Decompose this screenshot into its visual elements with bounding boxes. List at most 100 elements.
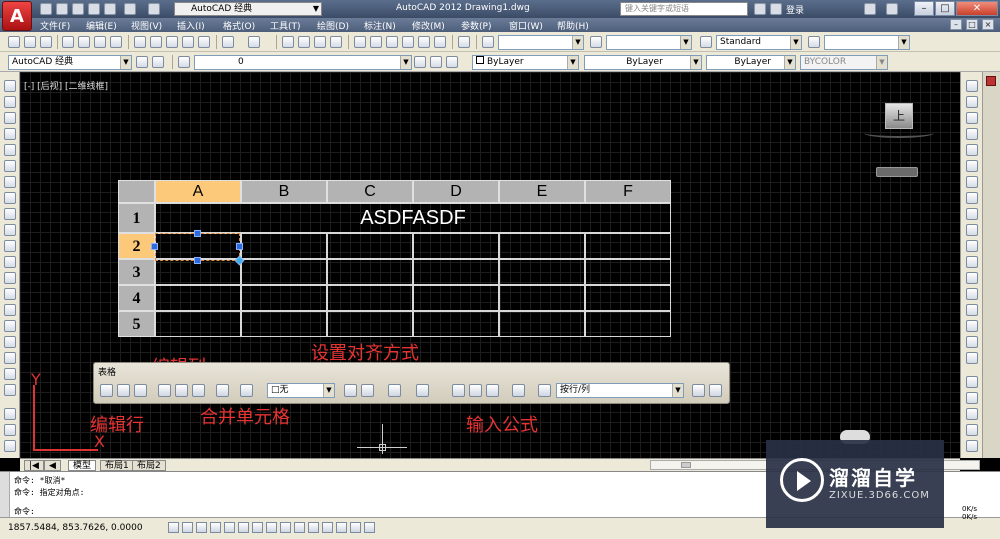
mdi-minimize-button[interactable]: – xyxy=(950,19,962,30)
match-prop-icon[interactable] xyxy=(182,36,194,48)
table-cell[interactable] xyxy=(499,285,585,311)
search-input[interactable]: 键入关键字或短语 xyxy=(620,2,748,16)
login-link[interactable]: 登录 xyxy=(786,3,804,16)
copy-object-icon[interactable] xyxy=(966,96,978,108)
workspace-dropdown-2[interactable]: AutoCAD 经典 ▼ xyxy=(8,55,132,70)
workspace-settings-icon[interactable] xyxy=(136,56,148,68)
dynamic-input-icon[interactable] xyxy=(294,522,305,533)
table-cell[interactable] xyxy=(585,259,671,285)
ortho-mode-icon[interactable] xyxy=(210,522,221,533)
tab-model[interactable]: 模型 xyxy=(68,460,97,471)
make-block-icon[interactable] xyxy=(4,272,16,284)
tab-nav-first-icon[interactable]: |◀ xyxy=(24,460,44,471)
mdi-restore-button[interactable]: □ xyxy=(966,19,978,30)
menu-edit[interactable]: 编辑(E) xyxy=(86,19,117,32)
table-cell-styles-dropdown[interactable]: 按行/列 ▼ xyxy=(556,383,684,398)
print-icon[interactable] xyxy=(104,3,116,15)
transparency-icon[interactable] xyxy=(322,522,333,533)
insert-column-left-icon[interactable] xyxy=(158,384,171,397)
insert-column-right-icon[interactable] xyxy=(175,384,188,397)
insert-formula-icon[interactable] xyxy=(486,384,499,397)
delete-column-icon[interactable] xyxy=(192,384,205,397)
blend-icon[interactable] xyxy=(966,336,978,348)
manage-cell-content-icon[interactable] xyxy=(512,384,525,397)
snap-mode-icon[interactable] xyxy=(182,522,193,533)
extend-icon[interactable] xyxy=(966,240,978,252)
send-back-icon[interactable] xyxy=(966,408,978,420)
lineweight-display-icon[interactable] xyxy=(308,522,319,533)
column-header-d[interactable]: D xyxy=(413,180,499,203)
command-scrollbar[interactable] xyxy=(0,472,10,518)
fillet-icon[interactable] xyxy=(966,320,978,332)
quick-properties-icon[interactable] xyxy=(336,522,347,533)
user-icon[interactable] xyxy=(770,3,782,15)
explode-icon[interactable] xyxy=(966,352,978,364)
table-cell[interactable] xyxy=(585,285,671,311)
erase-icon[interactable] xyxy=(966,80,978,92)
tab-nav-prev-icon[interactable]: ◀ xyxy=(44,460,61,471)
minimize-button[interactable]: – xyxy=(914,1,934,16)
scale-icon[interactable] xyxy=(966,192,978,204)
layer-previous-icon[interactable] xyxy=(430,56,442,68)
model-space-icon[interactable] xyxy=(364,522,375,533)
workspace-dropdown[interactable]: AutoCAD 经典 ▼ xyxy=(174,2,322,16)
paste-icon[interactable] xyxy=(166,36,178,48)
layer-dropdown[interactable]: 0 ▼ xyxy=(194,55,412,70)
object-snap-tracking-icon[interactable] xyxy=(266,522,277,533)
column-header-f[interactable]: F xyxy=(585,180,671,203)
block-editor-icon[interactable] xyxy=(198,36,210,48)
text-style-dropdown[interactable]: ▼ xyxy=(498,35,584,50)
lock-cell-icon[interactable] xyxy=(388,384,401,397)
table-cell[interactable] xyxy=(413,259,499,285)
tool-palettes-icon[interactable] xyxy=(386,36,398,48)
orbit-icon[interactable] xyxy=(4,408,16,420)
insert-row-below-icon[interactable] xyxy=(117,384,130,397)
dim-style-icon[interactable] xyxy=(590,36,602,48)
table-cell[interactable] xyxy=(327,285,413,311)
match-cell-icon[interactable] xyxy=(538,384,551,397)
table-cell[interactable] xyxy=(585,233,671,259)
pan-icon[interactable] xyxy=(282,36,294,48)
sheet-set-icon[interactable] xyxy=(402,36,414,48)
help-icon[interactable] xyxy=(458,36,470,48)
open-icon[interactable] xyxy=(24,36,36,48)
menu-tools[interactable]: 工具(T) xyxy=(270,19,301,32)
copy-icon[interactable] xyxy=(150,36,162,48)
table-cell[interactable] xyxy=(413,285,499,311)
table-cell[interactable] xyxy=(327,233,413,259)
draw-order-icon[interactable] xyxy=(966,376,978,388)
menu-draw[interactable]: 绘图(D) xyxy=(317,19,349,32)
cell-background-dropdown[interactable]: □无 ▼ xyxy=(267,383,335,398)
table-cell[interactable] xyxy=(413,233,499,259)
table-cell[interactable] xyxy=(327,259,413,285)
help-icon[interactable] xyxy=(886,3,898,15)
menu-parametric[interactable]: 参数(P) xyxy=(461,19,491,32)
download-changes-icon[interactable] xyxy=(709,384,722,397)
insert-block-icon[interactable] xyxy=(4,256,16,268)
allow-ucs-icon[interactable] xyxy=(280,522,291,533)
join-icon[interactable] xyxy=(966,288,978,300)
alignment-icon[interactable] xyxy=(361,384,374,397)
insert-block-icon[interactable] xyxy=(452,384,465,397)
column-header-b[interactable]: B xyxy=(241,180,327,203)
tool-palette-strip[interactable] xyxy=(982,72,1000,458)
zoom-previous-icon[interactable] xyxy=(330,36,342,48)
table-cell[interactable] xyxy=(585,311,671,337)
viewcube[interactable]: 上 xyxy=(885,103,913,129)
wcs-menu[interactable] xyxy=(876,167,918,177)
steering-wheel-icon[interactable] xyxy=(4,440,16,452)
menu-view[interactable]: 视图(V) xyxy=(131,19,162,32)
row-header-5[interactable]: 5 xyxy=(118,311,155,337)
maximize-button[interactable]: □ xyxy=(935,1,955,16)
cell-grip-bottom[interactable] xyxy=(194,257,201,264)
row-header-2[interactable]: 2 xyxy=(118,233,155,259)
undo-icon[interactable] xyxy=(124,3,136,15)
table-cell[interactable] xyxy=(155,311,241,337)
tab-layout2[interactable]: 布局2 xyxy=(132,460,166,471)
app-logo[interactable]: A xyxy=(2,1,32,31)
menu-format[interactable]: 格式(O) xyxy=(223,19,255,32)
region-icon[interactable] xyxy=(4,336,16,348)
multileader-style-dropdown[interactable]: ▼ xyxy=(824,35,910,50)
new-file-icon[interactable] xyxy=(40,3,52,15)
hatch-icon[interactable] xyxy=(4,304,16,316)
